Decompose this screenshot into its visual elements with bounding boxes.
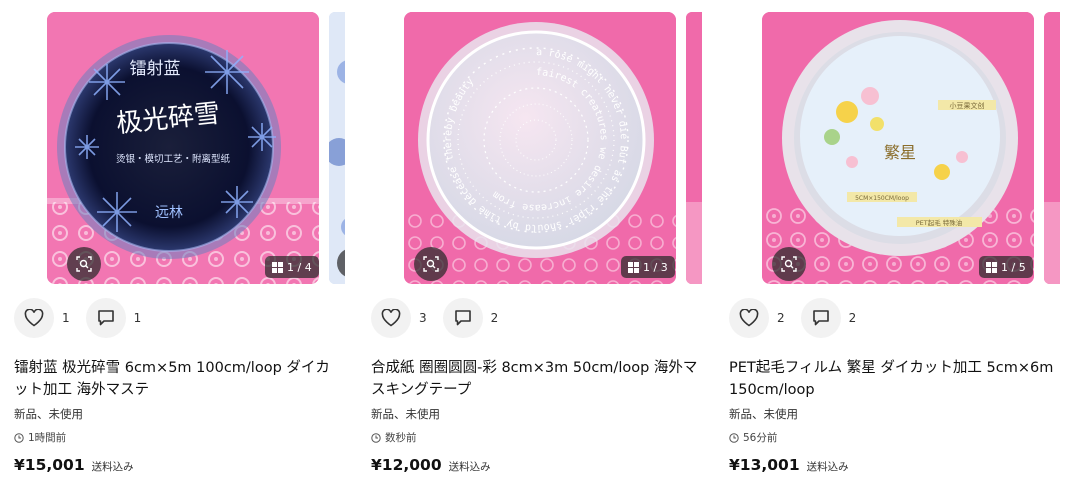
image-counter-text: 1 / 3 xyxy=(643,260,668,274)
grid-icon xyxy=(986,261,997,273)
heart-icon xyxy=(24,309,44,327)
image-gallery[interactable]: 镭射蓝 极光碎雪 烫银・模切工艺・附离型纸 远林 1 / 4 xyxy=(0,12,345,284)
tape-name: 繁星 xyxy=(884,143,916,162)
comment-count: 1 xyxy=(133,311,142,325)
price-row: ¥12,000 送料込み xyxy=(371,456,491,474)
posted-time: 56分前 xyxy=(729,430,777,445)
price: ¥13,001 xyxy=(729,456,800,474)
comment-count: 2 xyxy=(490,311,499,325)
image-search-glyph xyxy=(423,256,439,272)
comment-button[interactable] xyxy=(85,298,126,338)
posted-time: 1時間前 xyxy=(14,430,66,445)
product-title[interactable]: 合成紙 圈圈圆圆-彩 8cm×3m 50cm/loop 海外マスキングテープ xyxy=(371,357,701,401)
tape-text-line3: 烫银・模切工艺・附离型纸 xyxy=(116,153,231,165)
product-card[interactable]: 小豆果文创 5CM×150CM/loop PET起毛 特殊油 繁星 1 / 5 xyxy=(715,0,1060,482)
image-search-icon[interactable] xyxy=(414,247,448,281)
next-image xyxy=(329,12,345,284)
product-image: 镭射蓝 极光碎雪 烫银・模切工艺・附离型纸 远林 xyxy=(47,12,319,284)
posted-time-text: 1時間前 xyxy=(28,432,67,444)
image-search-icon[interactable] xyxy=(772,247,806,281)
image-counter: 1 / 5 xyxy=(979,256,1033,278)
price-row: ¥15,001 送料込み xyxy=(14,456,134,474)
tape-tag-1: 小豆果文创 xyxy=(950,101,985,110)
product-card[interactable]: 镭射蓝 极光碎雪 烫银・模切工艺・附离型纸 远林 1 / 4 1 1 镭射蓝 极… xyxy=(0,0,345,482)
product-title[interactable]: PET起毛フィルム 繁星 ダイカット加工 5cm×6m 150cm/loop xyxy=(729,357,1059,401)
item-condition: 新品、未使用 xyxy=(371,407,440,421)
image-counter: 1 / 4 xyxy=(265,256,319,278)
price: ¥15,001 xyxy=(14,456,85,474)
posted-time: 数秒前 xyxy=(371,430,417,445)
comment-button[interactable] xyxy=(800,298,841,338)
heart-icon xyxy=(739,309,759,327)
tape-tag-3: PET起毛 特殊油 xyxy=(916,218,963,227)
tape-text-brand: 远林 xyxy=(155,205,183,221)
engagement-stats: 3 2 xyxy=(371,298,514,338)
clock-icon xyxy=(14,432,24,443)
product-card[interactable]: a rose might never die But as the riper … xyxy=(357,0,702,482)
image-search-glyph xyxy=(781,256,797,272)
comment-icon xyxy=(97,310,114,326)
comment-icon xyxy=(812,310,829,326)
like-count: 2 xyxy=(777,311,785,325)
price: ¥12,000 xyxy=(371,456,442,474)
like-count: 1 xyxy=(62,311,70,325)
product-title[interactable]: 镭射蓝 极光碎雪 6cm×5m 100cm/loop ダイカット加工 海外マステ xyxy=(14,357,344,401)
comment-icon xyxy=(454,310,471,326)
posted-time-text: 56分前 xyxy=(743,432,778,444)
image-counter-text: 1 / 4 xyxy=(287,260,312,274)
image-counter-text: 1 / 5 xyxy=(1001,260,1026,274)
product-image: a rose might never die But as the riper … xyxy=(404,12,676,284)
next-image xyxy=(686,12,702,284)
image-search-glyph xyxy=(76,256,92,272)
next-photo-peek[interactable] xyxy=(686,12,702,284)
image-search-icon[interactable] xyxy=(67,247,101,281)
engagement-stats: 1 1 xyxy=(14,298,157,338)
product-photo[interactable]: a rose might never die But as the riper … xyxy=(404,12,676,284)
product-photo[interactable]: 镭射蓝 极光碎雪 烫银・模切工艺・附离型纸 远林 xyxy=(47,12,319,284)
like-button[interactable] xyxy=(371,298,411,338)
shipping-label: 送料込み xyxy=(448,461,491,473)
item-condition: 新品、未使用 xyxy=(14,407,83,421)
next-image xyxy=(1044,12,1060,284)
engagement-stats: 2 2 xyxy=(729,298,872,338)
product-photo[interactable]: 小豆果文创 5CM×150CM/loop PET起毛 特殊油 繁星 xyxy=(762,12,1034,284)
heart-icon xyxy=(381,309,401,327)
shipping-label: 送料込み xyxy=(806,461,849,473)
grid-icon xyxy=(628,261,639,273)
next-photo-peek[interactable] xyxy=(1044,12,1060,284)
tape-tag-2: 5CM×150CM/loop xyxy=(855,195,909,202)
clock-icon xyxy=(729,432,739,443)
tape-text-line1: 镭射蓝 xyxy=(130,59,181,79)
next-photo-peek[interactable] xyxy=(329,12,345,284)
image-counter: 1 / 3 xyxy=(621,256,675,278)
posted-time-text: 数秒前 xyxy=(385,432,417,444)
like-button[interactable] xyxy=(729,298,769,338)
item-condition: 新品、未使用 xyxy=(729,407,798,421)
price-row: ¥13,001 送料込み xyxy=(729,456,849,474)
comment-count: 2 xyxy=(848,311,857,325)
image-gallery[interactable]: 小豆果文创 5CM×150CM/loop PET起毛 特殊油 繁星 1 / 5 xyxy=(715,12,1060,284)
grid-icon xyxy=(272,261,283,273)
like-button[interactable] xyxy=(14,298,54,338)
product-image: 小豆果文创 5CM×150CM/loop PET起毛 特殊油 繁星 xyxy=(762,12,1034,284)
like-count: 3 xyxy=(419,311,427,325)
comment-button[interactable] xyxy=(442,298,483,338)
clock-icon xyxy=(371,432,381,443)
image-gallery[interactable]: a rose might never die But as the riper … xyxy=(357,12,702,284)
shipping-label: 送料込み xyxy=(91,461,134,473)
